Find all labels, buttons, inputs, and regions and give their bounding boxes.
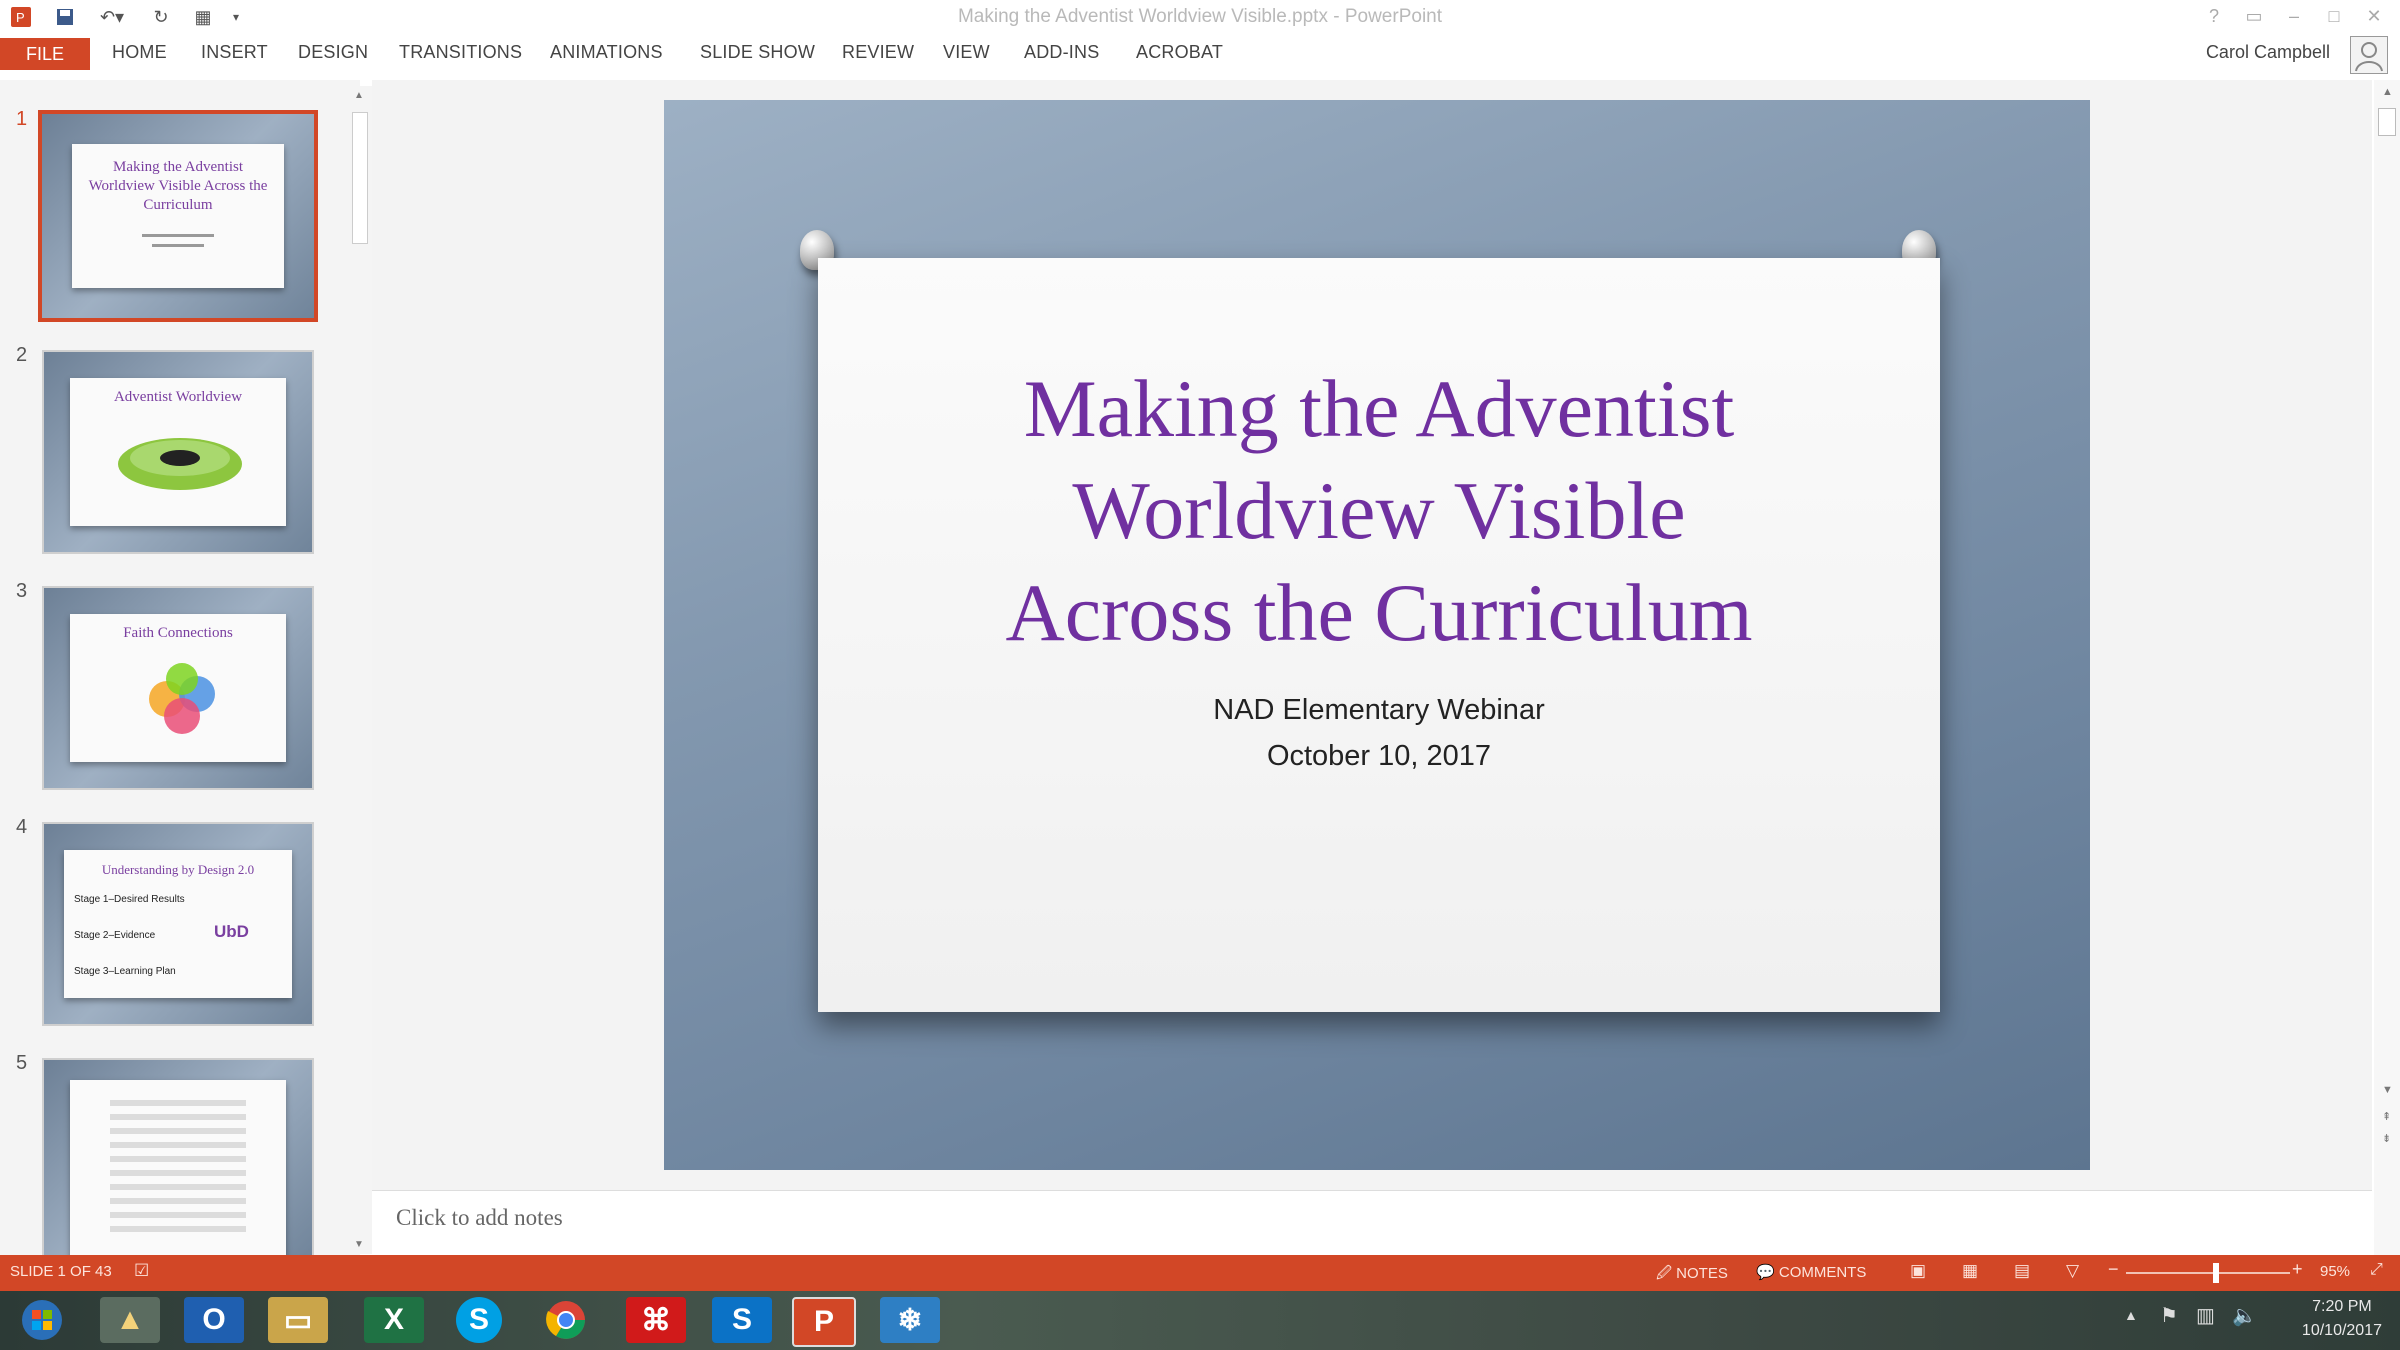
thumbnail-title: Making the Adventist Worldview Visible A… bbox=[88, 159, 268, 213]
spell-check-icon[interactable]: ☑ bbox=[134, 1261, 149, 1281]
powerpoint-taskbar-icon[interactable]: P bbox=[792, 1297, 856, 1347]
avatar[interactable] bbox=[2350, 36, 2388, 74]
thumbnail-title: Adventist Worldview bbox=[113, 389, 243, 405]
slide-title[interactable]: Making the Adventist Worldview Visible A… bbox=[958, 358, 1800, 664]
zoom-in-button[interactable]: + bbox=[2292, 1259, 2303, 1280]
system-clock[interactable]: 7:20 PM 10/10/2017 bbox=[2302, 1295, 2382, 1343]
zoom-slider-thumb[interactable] bbox=[2213, 1263, 2220, 1283]
start-button[interactable] bbox=[10, 1297, 74, 1343]
normal-view-icon[interactable]: ▣ bbox=[1910, 1261, 1926, 1281]
tab-animations[interactable]: ANIMATIONS bbox=[550, 42, 663, 63]
thumbnail-slide-5[interactable] bbox=[42, 1058, 314, 1255]
action-center-flag-icon[interactable]: ⚑ bbox=[2160, 1303, 2178, 1328]
zoom-slider[interactable] bbox=[2126, 1263, 2290, 1283]
tab-view[interactable]: VIEW bbox=[943, 42, 990, 63]
previous-slide-icon[interactable]: ⇞ bbox=[2382, 1110, 2391, 1123]
worldview-diagram-icon bbox=[118, 438, 242, 490]
thumbnail-title: Understanding by Design 2.0 bbox=[101, 862, 255, 877]
thumbnail-bullet: Stage 3–Learning Plan bbox=[74, 966, 176, 977]
fit-slide-icon[interactable]: ⤢ bbox=[2370, 1261, 2383, 1279]
window-title: Making the Adventist Worldview Visible.p… bbox=[957, 6, 1443, 27]
slide-number: 4 bbox=[16, 816, 28, 838]
windows-taskbar: ▲ O ▭ X S ⌘ S P ❄ ▲ ⚑ ▥ 🔈 7:20 PM 10/10/… bbox=[0, 1291, 2400, 1350]
comments-icon: 💬 bbox=[1756, 1264, 1775, 1281]
notes-pane[interactable]: Click to add notes bbox=[372, 1190, 2372, 1255]
snowflake-app-icon[interactable]: ❄ bbox=[880, 1297, 940, 1343]
slide-thumbnails-pane: 1 Making the Adventist Worldview Visible… bbox=[0, 80, 360, 1255]
taskbar-app-icon[interactable]: ▲ bbox=[100, 1297, 160, 1343]
current-slide[interactable]: Making the Adventist Worldview Visible A… bbox=[664, 100, 2090, 1170]
slideshow-view-icon[interactable]: ▽ bbox=[2066, 1261, 2079, 1281]
user-name[interactable]: Carol Campbell bbox=[2206, 42, 2330, 63]
comments-button[interactable]: 💬 COMMENTS bbox=[1756, 1263, 1866, 1281]
clock-date: 10/10/2017 bbox=[2301, 1322, 2382, 1339]
slide-number: 5 bbox=[16, 1052, 28, 1074]
title-bar: P ↶▾ ↻ ▦ ▾ Making the Adventist Worldvie… bbox=[0, 0, 2400, 34]
help-icon[interactable]: ? bbox=[2196, 2, 2232, 30]
reading-view-icon[interactable]: ▤ bbox=[2014, 1261, 2030, 1281]
ubd-logo: UbD bbox=[214, 922, 249, 941]
tab-transitions[interactable]: TRANSITIONS bbox=[399, 42, 522, 63]
notes-placeholder[interactable]: Click to add notes bbox=[396, 1205, 563, 1231]
status-bar: SLIDE 1 OF 43 ☑ 🖉 NOTES 💬 COMMENTS ▣ ▦ ▤… bbox=[0, 1255, 2400, 1291]
thumbnail-slide-3[interactable]: Faith Connections bbox=[42, 586, 314, 790]
tab-acrobat[interactable]: ACROBAT bbox=[1136, 42, 1223, 63]
tab-home[interactable]: HOME bbox=[112, 42, 167, 63]
thumbnail-table bbox=[110, 1100, 246, 1240]
zoom-level[interactable]: 95% bbox=[2320, 1263, 2350, 1280]
slide-subtitle-line-2[interactable]: October 10, 2017 bbox=[818, 740, 1940, 773]
thumbnails-scrollbar[interactable]: ▲ ▼ bbox=[348, 86, 372, 1254]
slide-paper-card: Making the Adventist Worldview Visible A… bbox=[818, 258, 1940, 1012]
ribbon-tabs: FILE HOME INSERT DESIGN TRANSITIONS ANIM… bbox=[0, 34, 2400, 74]
next-slide-icon[interactable]: ⇟ bbox=[2382, 1132, 2391, 1145]
tab-review[interactable]: REVIEW bbox=[842, 42, 914, 63]
notes-label: NOTES bbox=[1676, 1265, 1728, 1282]
maximize-button[interactable]: □ bbox=[2316, 2, 2352, 30]
skype-icon[interactable]: S bbox=[456, 1297, 502, 1343]
tab-insert[interactable]: INSERT bbox=[201, 42, 268, 63]
skype-business-icon[interactable]: S bbox=[712, 1297, 772, 1343]
thumbnail-bullet: Stage 2–Evidence bbox=[74, 930, 156, 941]
slide-number: 1 bbox=[16, 108, 28, 130]
volume-icon[interactable]: 🔈 bbox=[2232, 1303, 2257, 1328]
thumbnail-slide-4[interactable]: Understanding by Design 2.0 Stage 1–Desi… bbox=[42, 822, 314, 1026]
notes-button[interactable]: 🖉 NOTES bbox=[1656, 1263, 1728, 1288]
ribbon-display-options-icon[interactable]: ▭ bbox=[2236, 2, 2272, 30]
slide-number: 2 bbox=[16, 344, 28, 366]
tab-slide-show[interactable]: SLIDE SHOW bbox=[700, 42, 815, 63]
zoom-out-button[interactable]: − bbox=[2108, 1259, 2119, 1280]
network-icon[interactable]: ▥ bbox=[2196, 1303, 2215, 1328]
show-hidden-icons[interactable]: ▲ bbox=[2124, 1307, 2138, 1323]
notes-icon: 🖉 bbox=[1656, 1265, 1672, 1282]
thumbnail-slide-1[interactable]: Making the Adventist Worldview Visible A… bbox=[38, 110, 318, 322]
thumbnail-slide-2[interactable]: Adventist Worldview bbox=[42, 350, 314, 554]
clock-time: 7:20 PM bbox=[2312, 1298, 2372, 1315]
thumbnail-title: Faith Connections bbox=[123, 625, 233, 641]
slide-scrollbar[interactable]: ▲ ▼ ⇞ ⇟ bbox=[2374, 80, 2400, 1255]
excel-icon[interactable]: X bbox=[364, 1297, 424, 1343]
faith-connections-diagram-icon bbox=[149, 663, 215, 734]
acrobat-icon[interactable]: ⌘ bbox=[626, 1297, 686, 1343]
chrome-icon[interactable] bbox=[536, 1297, 596, 1343]
outlook-icon[interactable]: O bbox=[184, 1297, 244, 1343]
comments-label: COMMENTS bbox=[1778, 1264, 1867, 1281]
minimize-button[interactable]: – bbox=[2276, 2, 2312, 30]
thumbnail-bullet: Stage 1–Desired Results bbox=[74, 894, 185, 905]
slide-number: 3 bbox=[16, 580, 28, 602]
tab-file[interactable]: FILE bbox=[0, 38, 90, 70]
tab-add-ins[interactable]: ADD-INS bbox=[1024, 42, 1099, 63]
tab-design[interactable]: DESIGN bbox=[298, 42, 368, 63]
slide-sorter-icon[interactable]: ▦ bbox=[1962, 1261, 1978, 1281]
slide-count: SLIDE 1 OF 43 bbox=[10, 1263, 112, 1280]
file-explorer-icon[interactable]: ▭ bbox=[268, 1297, 328, 1343]
close-button[interactable]: ✕ bbox=[2356, 2, 2392, 30]
slide-subtitle-line-1[interactable]: NAD Elementary Webinar bbox=[818, 694, 1940, 727]
